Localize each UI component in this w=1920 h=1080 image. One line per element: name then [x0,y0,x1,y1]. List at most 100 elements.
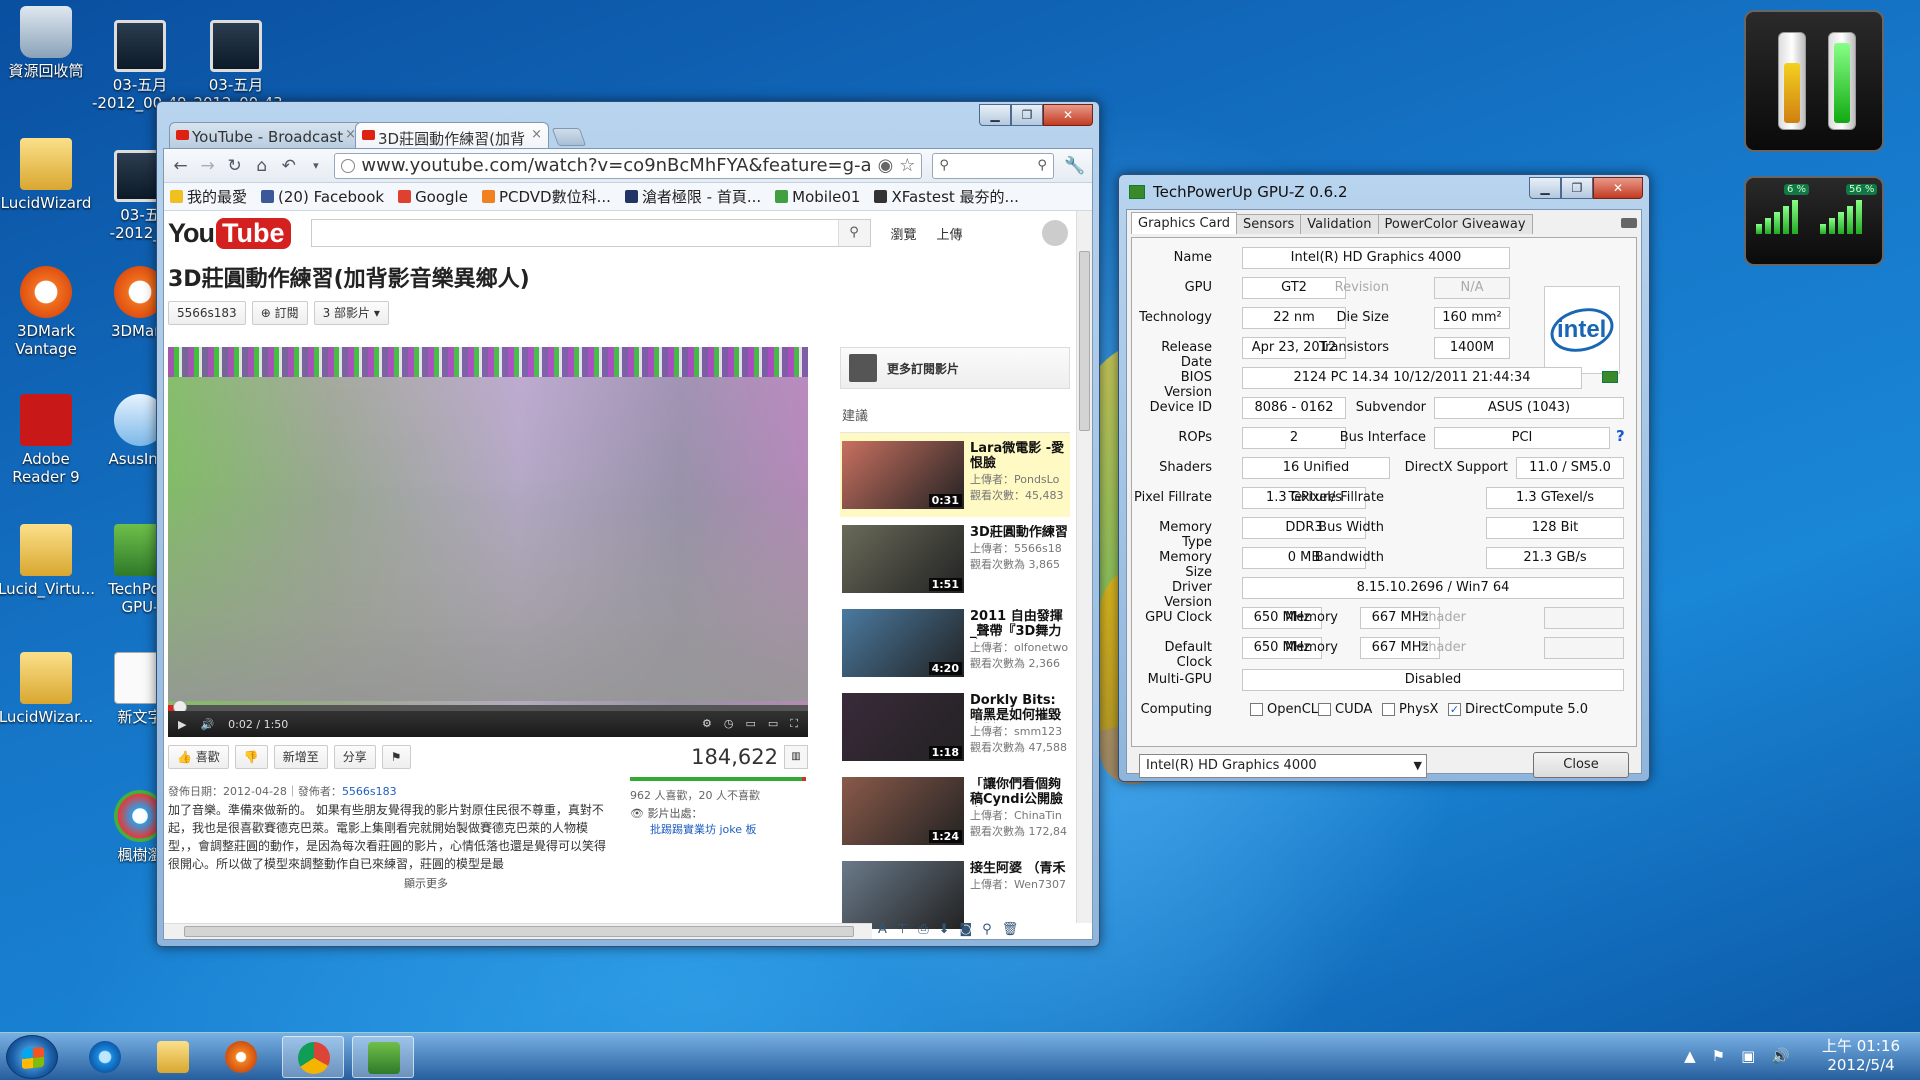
address-bar[interactable]: www.youtube.com/watch?v=co9nBcMhFYA&feat… [334,152,923,179]
checkbox-cuda[interactable]: CUDA [1318,702,1372,717]
video-count-button[interactable]: 3 部影片 ▾ [313,301,389,325]
battery-gadget[interactable] [1744,10,1884,152]
suggestion-thumbnail[interactable]: 1:51 [842,525,964,593]
taskbar-chrome[interactable] [282,1036,344,1078]
tab-youtube-broadcast[interactable]: YouTube - Broadcast × [169,122,363,148]
screenshot-camera-icon[interactable] [1621,218,1637,228]
vertical-scrollbar[interactable] [1076,211,1092,923]
wrench-icon[interactable]: 🔧 [1064,156,1085,176]
fullscreen-icon[interactable]: ⛶ [790,717,798,731]
desktop-icon-recycle-bin[interactable]: 資源回收筒 [0,6,94,80]
like-button[interactable]: 👍 喜歡 [168,745,229,769]
bookmark-favorites[interactable]: 我的最愛 [170,186,247,207]
desktop-icon-lucidwizard[interactable]: LucidWizard [0,138,94,212]
large-player-icon[interactable]: ▭ [768,717,778,731]
shirt-icon[interactable]: ⊤ [897,922,908,937]
chrome-window[interactable]: ▁ ❐ ✕ YouTube - Broadcast × 3D莊圓動作練習(加背 … [156,101,1100,947]
suggestion-title[interactable]: 接生阿婆 （青禾 [970,861,1068,876]
suggestion-thumbnail[interactable]: 1:24 [842,777,964,845]
suggestion-title[interactable]: 「讓你們看個夠稿Cyndi公開臉書 [970,777,1068,807]
printer-icon[interactable]: ⎙ [918,922,928,937]
reload-icon[interactable]: ↻ [226,156,243,176]
publisher-link[interactable]: 5566s183 [342,785,397,798]
back-arrow-icon[interactable]: ← [172,156,189,176]
taskbar-gpuz[interactable] [352,1036,414,1078]
signal-gadget[interactable]: 6 % 56 % [1744,176,1884,266]
video-player[interactable]: ▶ 🔊 0:02 / 1:50 ⚙ ◷ ▭ ▭ ⛶ [168,347,808,737]
play-icon[interactable]: ▶ [178,718,186,731]
maximize-button[interactable]: ❐ [1561,177,1593,199]
checkbox-opencl[interactable]: OpenCL [1250,702,1318,717]
minimize-button[interactable]: ▁ [979,104,1011,126]
suggestion-thumbnail[interactable]: 0:31 [842,441,964,509]
download-icon[interactable]: ⬇ [939,922,950,937]
tab-sensors[interactable]: Sensors [1235,214,1302,234]
tab-validation[interactable]: Validation [1300,214,1379,234]
desktop-icon-adobe-reader[interactable]: Adobe Reader 9 [0,394,94,486]
gpu-select[interactable]: Intel(R) HD Graphics 4000 ▼ [1139,754,1427,778]
close-dialog-button[interactable]: Close [1533,752,1629,778]
watch-later-icon[interactable]: ◷ [724,717,734,731]
stats-button[interactable]: ▥ [784,745,808,769]
avatar[interactable] [1042,220,1068,246]
start-button[interactable] [6,1035,58,1079]
taskbar-explorer[interactable] [142,1036,204,1078]
desktop-icon-3dmark-vantage[interactable]: 3DMark Vantage [0,266,94,358]
suggestion-item[interactable]: 4:20 2011 自由發揮 _聲帶『3D舞力全上傳者：olfonetwo 觀看次數… [840,601,1070,685]
page-info-icon[interactable] [341,158,356,173]
bookmark-star-icon[interactable]: ☆ [899,155,915,176]
suggestion-item[interactable]: 1:51 3D莊圓動作練習 上傳者：5566s18 觀看次數為 3,865 [840,517,1070,601]
close-button[interactable]: ✕ [1043,104,1093,126]
upload-link[interactable]: 上傳 [937,224,963,243]
browse-link[interactable]: 瀏覽 [891,224,917,243]
desktop-icon-lucid-virtu[interactable]: Lucid_Virtu... [0,524,95,598]
chrome-icon[interactable]: ◉ [878,155,894,176]
horizontal-scrollbar[interactable] [164,923,872,939]
home-icon[interactable]: ⌂ [253,156,270,176]
zoom-icon[interactable]: ⚲ [982,922,992,937]
undo-icon[interactable]: ↶ [280,156,297,176]
gpuz-window[interactable]: TechPowerUp GPU-Z 0.6.2 ▁ ❐ ✕ Graphics C… [1118,174,1650,782]
small-player-icon[interactable]: ▭ [745,717,755,731]
dropdown-icon[interactable]: ▾ [307,159,324,172]
flag-button[interactable]: ⚑ [381,745,411,769]
channel-button[interactable]: 5566s183 [168,301,246,325]
dislike-button[interactable]: 👎 [234,745,268,769]
scroll-thumb[interactable] [184,926,854,937]
youtube-logo[interactable]: You Tube [168,217,291,249]
tab-close-icon[interactable]: × [531,127,542,142]
camera-icon[interactable]: ◙ [960,922,973,937]
desktop-icon-screenshot-2[interactable]: 03-五月 -2012_00-43... [188,20,297,112]
bookmark-facebook[interactable]: (20) Facebook [261,188,384,206]
bookmark-pcdvd[interactable]: PCDVD數位科... [481,186,611,207]
settings-gear-icon[interactable]: ⚙ [702,717,712,731]
close-button[interactable]: ✕ [1593,177,1643,199]
new-tab-button[interactable] [551,128,587,146]
taskbar-clock[interactable]: 上午 01:16 2012/5/4 [1822,1037,1900,1075]
bookmark-google[interactable]: Google [398,188,468,206]
more-subscriptions-button[interactable]: 更多訂閱影片 [840,347,1070,389]
search-box[interactable]: ⚲ ⚲ [932,152,1054,179]
action-center-flag-icon[interactable]: ⚑ [1712,1047,1725,1065]
save-bios-chip-icon[interactable] [1602,371,1618,383]
volume-icon[interactable]: 🔊 [1771,1047,1790,1065]
checkbox-physx[interactable]: PhysX [1382,702,1438,717]
share-button[interactable]: 分享 [333,745,376,769]
desktop-icon-screenshot-1[interactable]: 03-五月 -2012_00-49... [92,20,201,112]
bus-help-icon[interactable]: ? [1616,427,1625,445]
source-link[interactable]: 批踢踢實業坊 joke 板 [650,821,757,837]
taskbar-media-player[interactable] [210,1036,272,1078]
font-icon[interactable]: A [878,922,887,937]
show-hidden-icons-icon[interactable]: ▲ [1684,1047,1696,1065]
suggestion-item[interactable]: 1:24 「讓你們看個夠稿Cyndi公開臉書上傳者：ChinaTin 觀看次數為 1… [840,769,1070,853]
tab-3d-video[interactable]: 3D莊圓動作練習(加背 × [355,122,549,148]
bookmark-site[interactable]: 滄者極限 - 首頁... [624,186,761,207]
suggestion-item[interactable]: 0:31 Lara微電影 -愛恨臉 上傳者：PondsLo 觀看次數：45,483 [840,433,1070,517]
volume-icon[interactable]: 🔊 [200,718,214,731]
scroll-thumb[interactable] [1079,251,1090,431]
youtube-search-input[interactable]: ⚲ [310,219,871,247]
suggestion-title[interactable]: 2011 自由發揮 _聲帶『3D舞力全 [970,609,1068,639]
suggestion-thumbnail[interactable]: 1:18 [842,693,964,761]
tab-powercolor-giveaway[interactable]: PowerColor Giveaway [1377,214,1533,234]
suggestion-title[interactable]: Dorkly Bits: 暗黑是如何摧毀崔斯 [970,693,1068,723]
